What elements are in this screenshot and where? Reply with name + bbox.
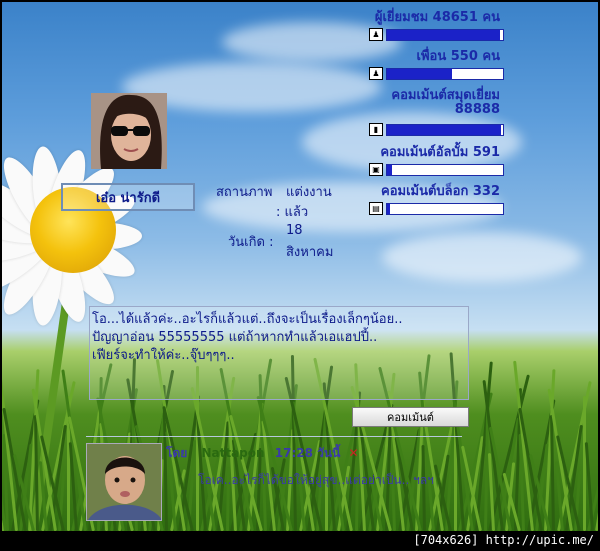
comment-author[interactable]: Nattapon [201, 446, 264, 460]
profile-name[interactable]: เอ๋อ น่ารักดี [61, 183, 195, 211]
user-icon: ♟ [369, 28, 383, 41]
status-line: โอ...ได้แล้วค่ะ..อะไรก็แล้วแต่..ถึงจะเป็… [92, 312, 403, 327]
guestbook-comment-count: 88888 [454, 102, 500, 117]
image-watermark: [704x626] http://upic.me/ [413, 533, 594, 547]
birthday-month: สิงหาคม [286, 245, 334, 260]
friend-count[interactable]: เพื่อน 550 คน [360, 45, 500, 66]
comment-text: โอเค..อะไรก็ได้ขอให้อยู่สุข..แต่อย่าเป็น… [198, 473, 434, 487]
visitor-bar [386, 29, 504, 41]
visitor-count: ผู้เยี่ยมชม 48651 คน [374, 10, 500, 25]
status-label: สถานภาพ [216, 185, 273, 200]
user-icon: ♟ [369, 67, 383, 80]
status-value: แต่งงาน [286, 185, 332, 200]
photo-icon: ▣ [369, 163, 383, 176]
book-icon: ▮ [369, 123, 383, 136]
friend-bar [386, 68, 504, 80]
page-frame: ผู้เยี่ยมชม 48651 คน ♟ เพื่อน 550 คน ♟ ค… [0, 0, 600, 551]
status-line: ปัญญาอ่อน 55555555 แต่ถ้าหากทำแล้วเอแฮปป… [92, 330, 378, 345]
comment-header: โดย Nattapon 17:28 วันนี้ ✕ [166, 444, 359, 463]
commenter-avatar[interactable] [86, 443, 162, 521]
chat-icon: ▤ [369, 202, 383, 215]
birthday-day: 18 [286, 223, 303, 238]
comment-time: 17:28 วันนี้ [274, 446, 341, 460]
comment-item: โดย Nattapon 17:28 วันนี้ ✕ โอเค..อะไรก็… [86, 441, 464, 523]
status-message-box: โอ...ได้แล้วค่ะ..อะไรก็แล้วแต่..ถึงจะเป็… [89, 306, 469, 400]
status-line: เฟียร์จะทำให้ค่ะ..จุ๊บๆๆๆ.. [92, 348, 235, 363]
delete-comment-icon[interactable]: ✕ [348, 446, 358, 460]
blog-comment-count[interactable]: คอมเม้นต์บล็อก 332 [360, 180, 500, 201]
comment-by-label: โดย [166, 446, 188, 460]
comment-button[interactable]: คอมเม้นต์ [352, 407, 469, 427]
divider [86, 436, 462, 437]
birthday-label: วันเกิด : [228, 235, 274, 250]
album-comment-count[interactable]: คอมเม้นต์อัลบั้ม 591 [360, 141, 500, 162]
guestbook-bar [386, 124, 504, 136]
status-value-line2: : แล้ว [276, 205, 309, 220]
album-bar [386, 164, 504, 176]
blog-bar [386, 203, 504, 215]
avatar[interactable] [91, 93, 167, 169]
